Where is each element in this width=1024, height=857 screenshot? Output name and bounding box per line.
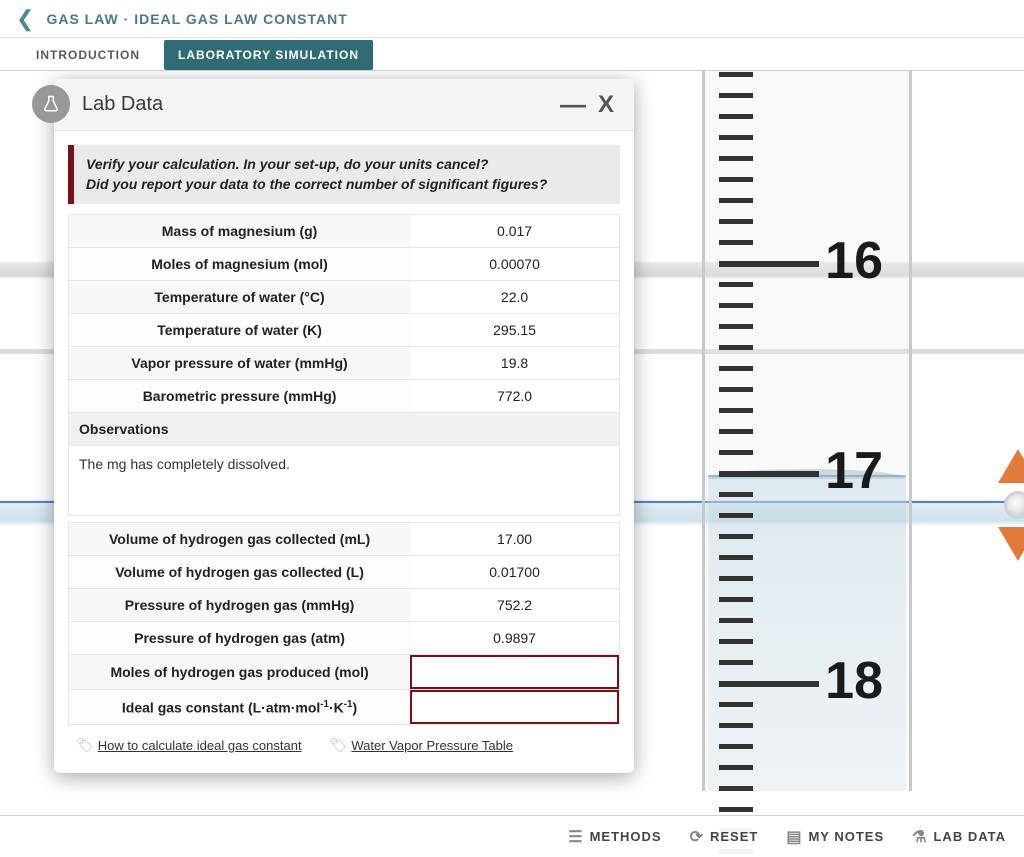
link-calc-constant-wrap: 🏷 How to calculate ideal gas constant <box>76 737 302 755</box>
arrow-up-icon[interactable] <box>998 449 1024 483</box>
breadcrumb: GAS LAW · IDEAL GAS LAW CONSTANT <box>46 11 347 27</box>
table-row: Moles of hydrogen gas produced (mol) <box>69 655 620 690</box>
label-vapor-pressure: Vapor pressure of water (mmHg) <box>69 347 411 380</box>
label-moles-mg: Moles of magnesium (mol) <box>69 248 411 281</box>
methods-label: METHODS <box>590 829 662 844</box>
link-vapor-table-wrap: 🏷Water Vapor Pressure Table <box>330 737 513 755</box>
arrow-down-icon[interactable] <box>998 527 1024 561</box>
value-vapor-pressure: 19.8 <box>410 347 619 380</box>
minimize-icon[interactable]: — <box>554 89 592 120</box>
label-ideal-gas-constant: Ideal gas constant (L·atm·mol-1·K-1) <box>69 690 411 725</box>
tab-laboratory-simulation[interactable]: LABORATORY SIMULATION <box>164 40 373 70</box>
tab-bar: INTRODUCTION LABORATORY SIMULATION <box>0 38 1024 71</box>
link-vapor-table[interactable]: Water Vapor Pressure Table <box>351 738 513 753</box>
table-row: Volume of hydrogen gas collected (mL)17.… <box>69 523 620 556</box>
tube-adjust-control[interactable] <box>998 449 1024 619</box>
observations-header-row: Observations <box>69 413 620 446</box>
lab-data-button[interactable]: ⚗ LAB DATA <box>912 827 1006 847</box>
data-table-1: Mass of magnesium (g)0.017 Moles of magn… <box>68 214 620 446</box>
label-temp-k: Temperature of water (K) <box>69 314 411 347</box>
alert-line-1: Verify your calculation. In your set-up,… <box>86 155 608 175</box>
table-row: Moles of magnesium (mol)0.00070 <box>69 248 620 281</box>
panel-body: Verify your calculation. In your set-up,… <box>54 131 634 773</box>
ruler-mark-17: 17 <box>825 441 883 501</box>
mynotes-label: MY NOTES <box>808 829 884 844</box>
bottom-toolbar: ☰ METHODS ⟳ RESET ▤ MY NOTES ⚗ LAB DATA <box>0 815 1024 857</box>
value-temp-c: 22.0 <box>410 281 619 314</box>
input-moles-h2[interactable] <box>410 655 619 689</box>
label-barometric-pressure: Barometric pressure (mmHg) <box>69 380 411 413</box>
label-moles-h2: Moles of hydrogen gas produced (mol) <box>69 655 411 690</box>
label-press-h2-atm: Pressure of hydrogen gas (atm) <box>69 622 411 655</box>
adjust-grip-icon[interactable] <box>1004 491 1024 519</box>
flask-badge-icon <box>32 85 70 123</box>
data-table-2: Volume of hydrogen gas collected (mL)17.… <box>68 522 620 725</box>
observations-text: The mg has completely dissolved. <box>68 446 620 516</box>
label-vol-h2-l: Volume of hydrogen gas collected (L) <box>69 556 411 589</box>
label-press-h2-mmhg: Pressure of hydrogen gas (mmHg) <box>69 589 411 622</box>
label-mass-mg: Mass of magnesium (g) <box>69 215 411 248</box>
tab-introduction[interactable]: INTRODUCTION <box>36 40 140 70</box>
value-press-h2-atm: 0.9897 <box>410 622 619 655</box>
value-temp-k: 295.15 <box>410 314 619 347</box>
methods-button[interactable]: ☰ METHODS <box>568 827 661 847</box>
panel-title: Lab Data <box>82 93 554 116</box>
close-icon[interactable]: X <box>592 91 620 119</box>
notes-icon: ▤ <box>786 827 802 847</box>
table-row: Barometric pressure (mmHg)772.0 <box>69 380 620 413</box>
link-calc-constant[interactable]: How to calculate ideal gas constant <box>98 738 302 753</box>
table-row: Pressure of hydrogen gas (atm)0.9897 <box>69 622 620 655</box>
tag-icon: 🏷 <box>76 737 94 753</box>
reset-button[interactable]: ⟳ RESET <box>690 827 759 847</box>
table-row: Pressure of hydrogen gas (mmHg)752.2 <box>69 589 620 622</box>
reset-label: RESET <box>710 829 758 844</box>
value-mass-mg: 0.017 <box>410 215 619 248</box>
value-vol-h2-l: 0.01700 <box>410 556 619 589</box>
ruler-mark-18: 18 <box>825 651 883 711</box>
panel-header: Lab Data — X <box>54 79 634 131</box>
label-temp-c: Temperature of water (°C) <box>69 281 411 314</box>
table-row: Temperature of water (°C)22.0 <box>69 281 620 314</box>
label-vol-h2-ml: Volume of hydrogen gas collected (mL) <box>69 523 411 556</box>
tag-icon: 🏷 <box>330 737 348 753</box>
reset-icon: ⟳ <box>690 827 704 847</box>
help-links: 🏷How to calculate ideal gas constant 🏷Wa… <box>68 725 620 759</box>
lab-data-panel: Lab Data — X Verify your calculation. In… <box>54 79 634 773</box>
ruler-ticks <box>719 71 819 791</box>
table-row: Mass of magnesium (g)0.017 <box>69 215 620 248</box>
back-chevron-icon[interactable]: ❮ <box>10 6 40 32</box>
table-row: Volume of hydrogen gas collected (L)0.01… <box>69 556 620 589</box>
observations-label: Observations <box>69 413 411 446</box>
value-barometric-pressure: 772.0 <box>410 380 619 413</box>
value-press-h2-mmhg: 752.2 <box>410 589 619 622</box>
eudiometer-tube: 16 17 18 <box>702 71 912 791</box>
simulation-area: 16 17 18 Lab Data — X Verify your calcul… <box>0 71 1024 857</box>
table-row: Ideal gas constant (L·atm·mol-1·K-1) <box>69 690 620 725</box>
alert-line-2: Did you report your data to the correct … <box>86 175 608 195</box>
my-notes-button[interactable]: ▤ MY NOTES <box>786 827 884 847</box>
input-ideal-gas-constant[interactable] <box>410 690 619 724</box>
app-header: ❮ GAS LAW · IDEAL GAS LAW CONSTANT <box>0 0 1024 38</box>
value-vol-h2-ml: 17.00 <box>410 523 619 556</box>
table-row: Vapor pressure of water (mmHg)19.8 <box>69 347 620 380</box>
table-row: Temperature of water (K)295.15 <box>69 314 620 347</box>
ruler-mark-16: 16 <box>825 231 883 291</box>
list-icon: ☰ <box>568 827 583 847</box>
labdata-label: LAB DATA <box>933 829 1006 844</box>
flask-icon: ⚗ <box>912 827 927 847</box>
verification-alert: Verify your calculation. In your set-up,… <box>68 145 620 204</box>
value-moles-mg: 0.00070 <box>410 248 619 281</box>
